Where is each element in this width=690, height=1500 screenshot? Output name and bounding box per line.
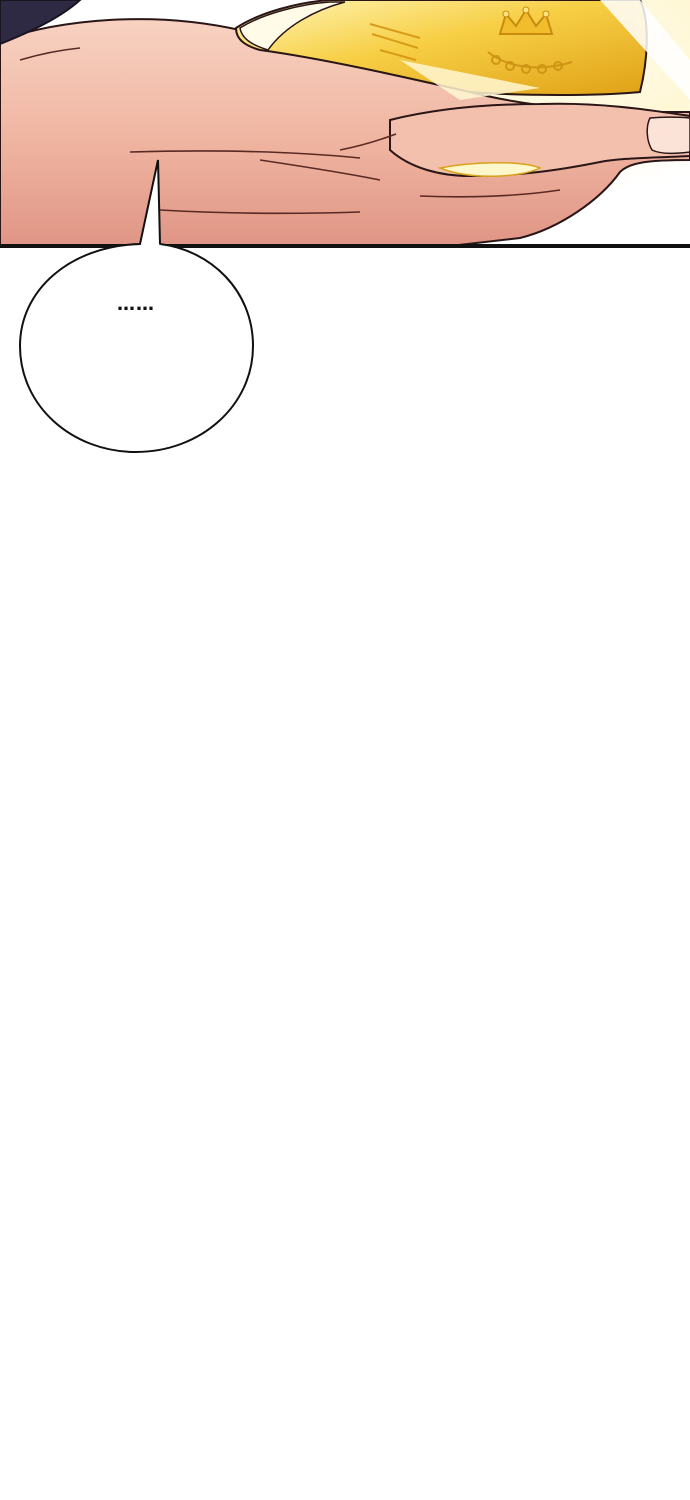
webtoon-page: …… (0, 0, 690, 1500)
speech-bubble-text: …… (117, 294, 155, 315)
speech-bubble: …… (0, 150, 280, 470)
crown-icon (498, 6, 554, 35)
fingernail (646, 116, 690, 155)
empty-gutter (0, 460, 690, 1500)
